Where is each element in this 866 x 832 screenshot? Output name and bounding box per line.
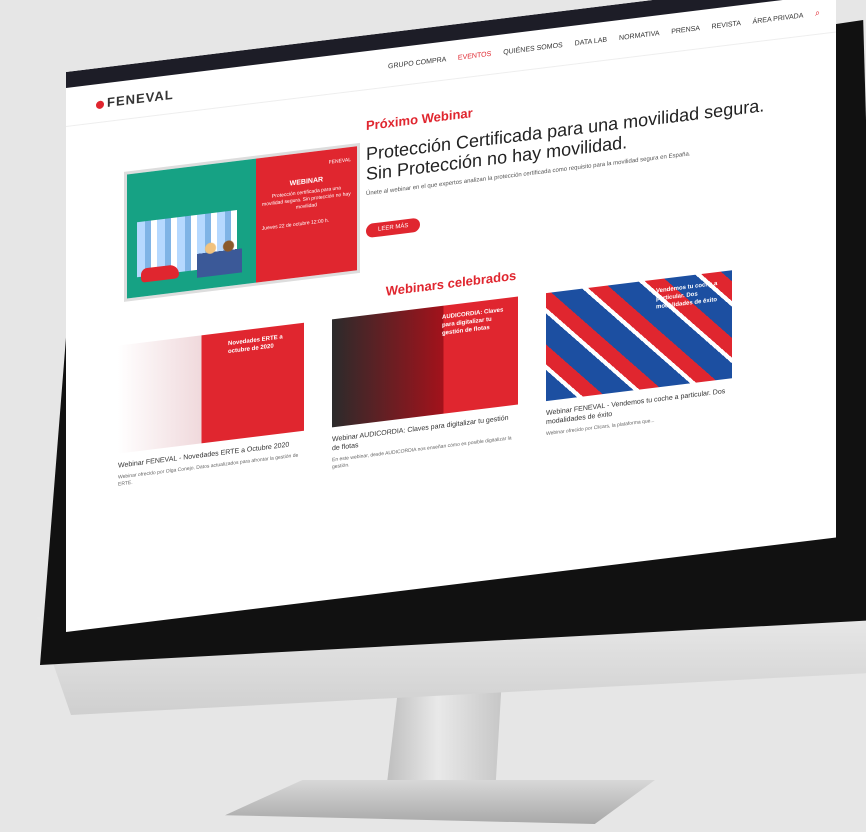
nav-item-data-lab[interactable]: DATA LAB <box>575 37 607 48</box>
nav-item-quienes-somos[interactable]: QUIÉNES SOMOS <box>503 42 563 56</box>
read-more-button[interactable]: LEER MÁS <box>366 217 421 239</box>
thumbnail-text: Vendemos tu coche a particular. Dos moda… <box>656 281 718 311</box>
nav-item-grupo-compra[interactable]: GRUPO COMPRA <box>388 56 446 70</box>
webinar-card-thumbnail[interactable]: AUDICORDIA: Claves para digitalizar tu g… <box>332 296 518 428</box>
webinar-card-thumbnail[interactable]: Novedades ERTE a octubre de 2020 <box>118 322 304 454</box>
webinar-card[interactable]: AUDICORDIA: Claves para digitalizar tu g… <box>332 296 518 472</box>
nav-item-area-privada[interactable]: ÁREA PRIVADA <box>753 13 803 26</box>
banner-brand: FENEVAL <box>328 157 351 166</box>
nav-item-prensa[interactable]: PRENSA <box>671 25 699 35</box>
nav-item-normativa[interactable]: NORMATIVA <box>619 30 659 42</box>
webinar-banner[interactable]: FENEVAL WEBINAR Protección certificada p… <box>124 142 360 302</box>
search-icon[interactable]: ⌕ <box>815 7 820 18</box>
logo-text: FENEVAL <box>107 86 174 110</box>
monitor-stand-base <box>225 780 655 824</box>
nav-item-eventos[interactable]: EVENTOS <box>458 51 491 62</box>
banner-info: FENEVAL WEBINAR Protección certificada p… <box>255 146 357 283</box>
people-illustration <box>197 232 242 278</box>
logo-dot-icon <box>96 99 104 109</box>
banner-illustration <box>127 158 256 299</box>
website-screen: 🐦 in FENEVAL GRUPO COMPRA EVENTOS QUIÉNE… <box>66 0 836 633</box>
next-webinar-heading: Próximo Webinar <box>366 105 473 134</box>
webinar-card[interactable]: Vendemos tu coche a particular. Dos moda… <box>546 270 732 445</box>
nav-item-revista[interactable]: REVISTA <box>712 20 741 31</box>
site-logo[interactable]: FENEVAL <box>96 87 174 112</box>
webinar-card-thumbnail[interactable]: Vendemos tu coche a particular. Dos moda… <box>546 270 732 402</box>
thumbnail-text: Novedades ERTE a octubre de 2020 <box>228 334 283 356</box>
thumbnail-text: AUDICORDIA: Claves para digitalizar tu g… <box>442 307 504 337</box>
monitor-scene: 🐦 in FENEVAL GRUPO COMPRA EVENTOS QUIÉNE… <box>0 0 866 832</box>
banner-date: Jueves 22 de octubre 12:00 h. <box>261 217 330 232</box>
webinar-card[interactable]: Novedades ERTE a octubre de 2020 Webinar… <box>118 322 304 498</box>
